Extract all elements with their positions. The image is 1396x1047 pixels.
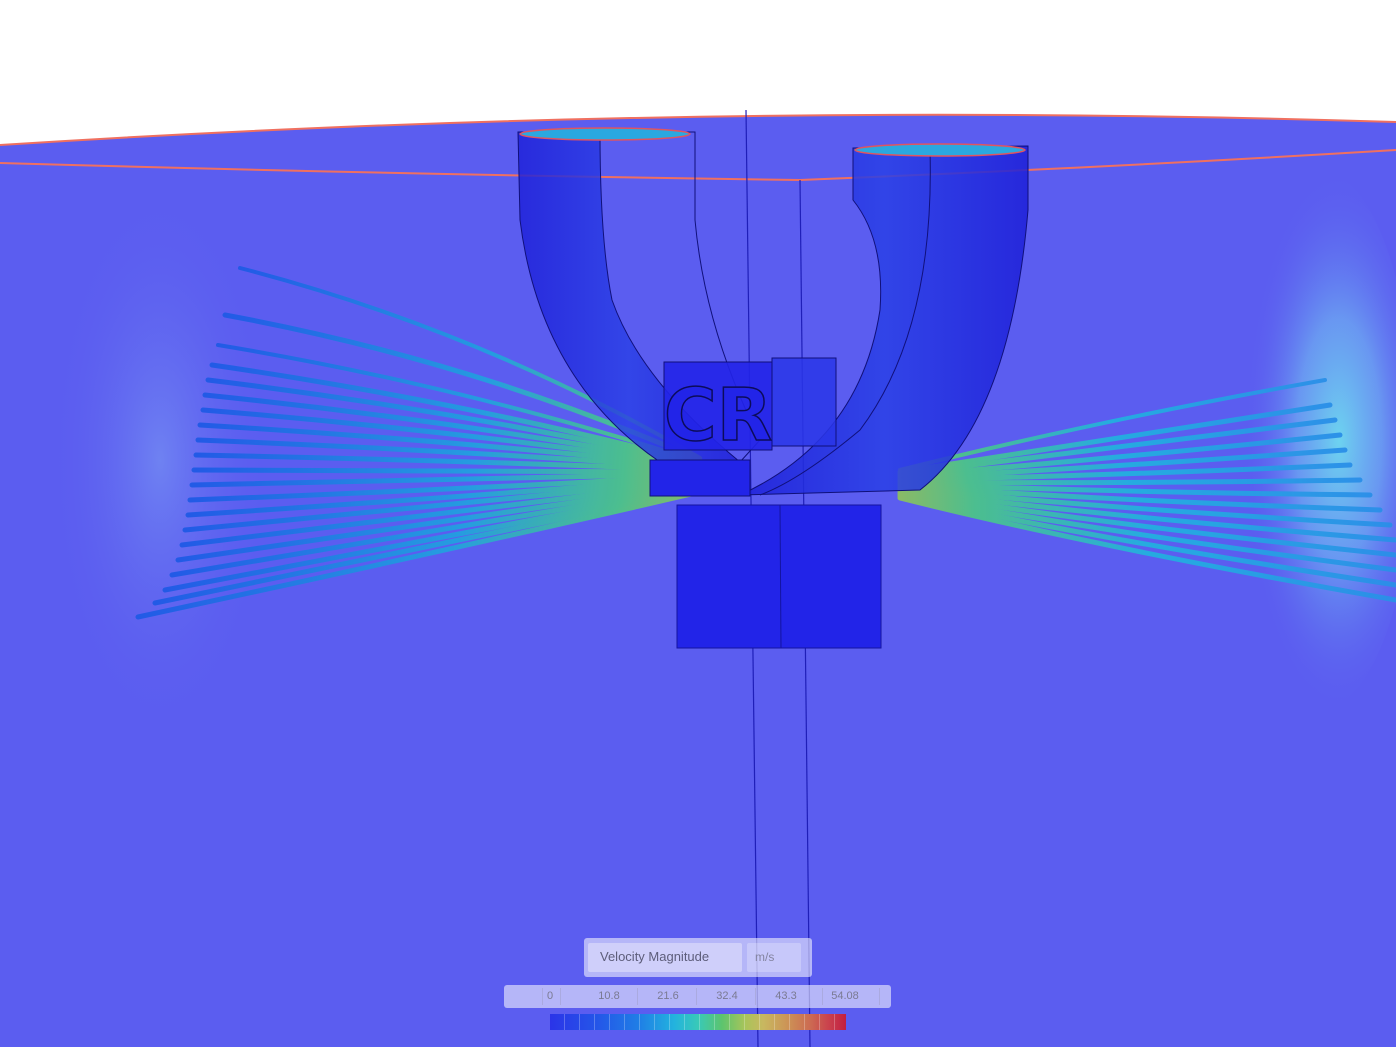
lower-block <box>676 504 882 649</box>
legend-tick: 43.3 <box>775 990 797 1002</box>
nozzle-plate <box>649 459 751 497</box>
legend-tick-divider <box>560 988 561 1005</box>
tube-right-inlet <box>854 143 1026 157</box>
scene-canvas[interactable]: CR <box>0 0 1396 1047</box>
logo-block-side <box>771 357 837 447</box>
legend-tick-divider <box>637 988 638 1005</box>
legend-tick: 21.6 <box>657 990 679 1002</box>
colorbar-segment-marks <box>550 1014 846 1030</box>
legend-tick: 10.8 <box>598 990 620 1002</box>
legend-tick-divider <box>542 988 543 1005</box>
legend-tick-divider <box>822 988 823 1005</box>
velocity-halo-left <box>50 190 270 730</box>
legend-tick-divider <box>879 988 880 1005</box>
legend-tick-divider <box>755 988 756 1005</box>
logo-text: CR <box>664 373 772 457</box>
legend-scale: 0 10.8 21.6 32.4 43.3 54.08 <box>504 985 891 1008</box>
legend-header: Velocity Magnitude m/s <box>584 938 812 977</box>
legend-colorbar <box>550 1014 846 1030</box>
tube-left-inlet <box>519 127 691 141</box>
legend-field-selector[interactable]: Velocity Magnitude <box>588 943 742 972</box>
legend-tick: 32.4 <box>716 990 738 1002</box>
legend-unit-selector[interactable]: m/s <box>747 943 801 972</box>
legend-tick: 0 <box>546 990 554 1002</box>
simulation-viewport[interactable]: CR Velocity Magnitude m/s 0 10.8 21.6 32… <box>0 0 1396 1047</box>
legend-tick: 54.08 <box>831 990 859 1002</box>
legend-tick-divider <box>696 988 697 1005</box>
